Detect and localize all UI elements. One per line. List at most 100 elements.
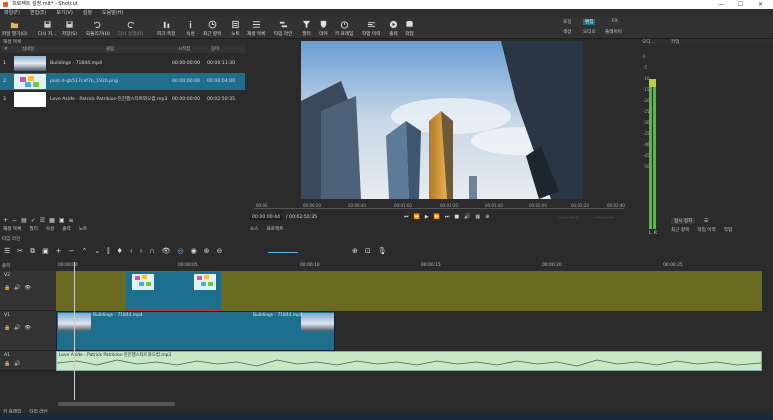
- eye-icon[interactable]: 👁: [24, 325, 30, 331]
- zoom-out-icon[interactable]: ⊖: [217, 247, 223, 256]
- notes-button[interactable]: 노트: [231, 17, 240, 39]
- snap-icon[interactable]: ∩: [149, 247, 154, 256]
- tab-properties[interactable]: 속성: [46, 226, 54, 232]
- lift-icon[interactable]: ⌃: [82, 247, 88, 256]
- menu-icon[interactable]: ≡: [69, 217, 74, 224]
- eye-icon[interactable]: 👁: [24, 285, 30, 291]
- scrub-icon[interactable]: 👁: [162, 247, 171, 256]
- tab-export[interactable]: 출력: [62, 226, 70, 232]
- lock-icon[interactable]: 🔒: [4, 361, 10, 367]
- maximize-button[interactable]: ☐: [738, 0, 743, 9]
- fast-forward-icon[interactable]: ⏩: [434, 214, 440, 220]
- volume-icon[interactable]: 🔊: [464, 214, 470, 220]
- tab-jobs[interactable]: 작업: [724, 227, 732, 233]
- tiles-icon[interactable]: ▦: [49, 217, 55, 224]
- layout-player[interactable]: 플레이어: [605, 29, 622, 35]
- undo-button[interactable]: 되돌리기(U): [86, 17, 110, 39]
- clip-buildings[interactable]: Buildings - 71844.mp4 Buildings - 71844.…: [56, 311, 335, 351]
- prev-marker-icon[interactable]: ‹: [130, 247, 133, 256]
- layout-editing[interactable]: 편집: [583, 19, 596, 25]
- timeline-button[interactable]: 타임 라인: [274, 17, 292, 39]
- zoom-in-icon[interactable]: ⊕: [352, 247, 358, 255]
- tab-filters[interactable]: 필터: [29, 226, 37, 232]
- remove-icon[interactable]: −: [12, 217, 17, 224]
- marker-icon[interactable]: ♦: [117, 247, 123, 256]
- next-marker-icon[interactable]: ›: [140, 247, 143, 256]
- ripple-all-icon[interactable]: ◉: [191, 247, 197, 256]
- layout-audio[interactable]: 오디오: [583, 29, 596, 35]
- save-as-button[interactable]: 다시 저...: [38, 17, 57, 39]
- horizontal-scrollbar[interactable]: [58, 402, 175, 406]
- details-icon[interactable]: ☰: [40, 217, 45, 224]
- markers-button[interactable]: 마커: [319, 17, 328, 39]
- jobs-button[interactable]: 작업: [405, 17, 414, 39]
- icons-view-icon[interactable]: ▣: [59, 217, 65, 224]
- layout-fx[interactable]: FX: [612, 19, 618, 24]
- tab-source[interactable]: 소스: [250, 226, 258, 232]
- jobs-menu-icon[interactable]: ☰: [704, 218, 708, 224]
- track-header-a1[interactable]: A1 🔒 🔊: [0, 351, 56, 371]
- zoom-slider[interactable]: [268, 252, 298, 253]
- play-icon[interactable]: ▶: [425, 214, 429, 220]
- layout-color[interactable]: 색상: [563, 29, 571, 35]
- tab-notes[interactable]: 노트: [79, 226, 87, 232]
- mute-icon[interactable]: 🔊: [14, 325, 20, 331]
- lock-icon[interactable]: 🔒: [4, 325, 10, 331]
- clip-postit[interactable]: [125, 271, 222, 311]
- menu-icon[interactable]: ☰: [4, 247, 10, 256]
- zoom-fit-icon[interactable]: ⊡: [365, 247, 371, 255]
- mute-icon[interactable]: 🔊: [14, 361, 20, 367]
- playlist-row[interactable]: 3 Love Aside - Patrick Patrikios-진진행스타트와…: [0, 91, 245, 108]
- split-icon[interactable]: ⫿: [107, 247, 109, 256]
- zoom-icon[interactable]: ⊕: [485, 214, 489, 220]
- menu-file[interactable]: 파일(F): [4, 9, 20, 17]
- mute-icon[interactable]: 🔊: [14, 285, 20, 291]
- check-icon[interactable]: ✓: [31, 217, 36, 224]
- export-button[interactable]: 출력: [389, 17, 398, 39]
- minimize-button[interactable]: —: [718, 0, 724, 9]
- menu-help[interactable]: 도움말(H): [102, 9, 123, 17]
- playlist-row[interactable]: 2 post-it-gb517cef7b_1920.png 00:00:00:0…: [0, 73, 245, 90]
- keyframes-button[interactable]: 키 프레임: [335, 17, 353, 39]
- grid-icon[interactable]: ▦: [475, 214, 480, 220]
- player-ruler[interactable]: 00:00 00:00:20 00:00:40 00:01:00 00:01:2…: [254, 202, 625, 209]
- playlist-button[interactable]: 재생 목록: [247, 17, 265, 39]
- paste-icon[interactable]: ▣: [42, 247, 49, 256]
- append-icon[interactable]: +: [56, 247, 62, 256]
- remove-icon[interactable]: −: [69, 247, 75, 256]
- playhead[interactable]: [74, 262, 75, 401]
- lock-icon[interactable]: 🔒: [4, 285, 10, 291]
- skip-previous-icon[interactable]: ⏮: [404, 214, 409, 220]
- tab-recent[interactable]: 최근 항목: [671, 227, 689, 233]
- menu-settings[interactable]: 설정: [83, 9, 92, 17]
- playlist-row[interactable]: 1 Buildings - 71844.mp4 00:00:00:00 00:0…: [0, 55, 245, 72]
- menu-view[interactable]: 보기(V): [56, 9, 73, 17]
- ripple-markers-icon[interactable]: ⊛: [204, 247, 210, 256]
- current-time-field[interactable]: 00:00:00:44: [250, 215, 283, 220]
- pause-jobs-button[interactable]: 일시 정지: [671, 218, 696, 224]
- overwrite-icon[interactable]: ⌄: [94, 247, 100, 256]
- layout-logging[interactable]: 로깅: [563, 19, 571, 25]
- track-header-v2[interactable]: V2 🔒 🔊 👁: [0, 271, 56, 311]
- open-file-button[interactable]: 파일 열기(O): [2, 17, 28, 39]
- save-button[interactable]: 저장(S): [62, 17, 77, 39]
- rewind-icon[interactable]: ⏪: [414, 214, 420, 220]
- close-button[interactable]: ✕: [758, 0, 763, 9]
- clip-audio[interactable]: Love Aside - Patrick Patrikios-진진행스타트와오컴…: [56, 351, 762, 371]
- tab-playlist[interactable]: 재생 목록: [3, 226, 21, 232]
- filters-button[interactable]: 필터: [302, 17, 311, 39]
- history-button[interactable]: 작업 이력: [362, 17, 380, 39]
- update-icon[interactable]: ▤: [21, 217, 27, 224]
- menu-edit[interactable]: 편집(E): [30, 9, 46, 17]
- timeline-ruler[interactable]: 출력 00:00:00 00:00:05 00:00:10 00:00:15 0…: [0, 262, 773, 271]
- record-audio-icon[interactable]: 🎙: [378, 247, 387, 255]
- track-header-v1[interactable]: V1 🔒 🔊 👁: [0, 311, 56, 351]
- add-icon[interactable]: +: [3, 217, 8, 224]
- skip-next-icon[interactable]: ⏭: [445, 214, 450, 220]
- copy-icon[interactable]: ⧉: [30, 247, 35, 256]
- tab-history[interactable]: 작업 이력: [697, 227, 715, 233]
- cut-icon[interactable]: ✂: [17, 247, 23, 256]
- ripple-icon[interactable]: ◎: [177, 247, 183, 256]
- redo-button[interactable]: 다시 실행(R): [118, 17, 143, 39]
- recent-button[interactable]: 최근 항목: [203, 17, 221, 39]
